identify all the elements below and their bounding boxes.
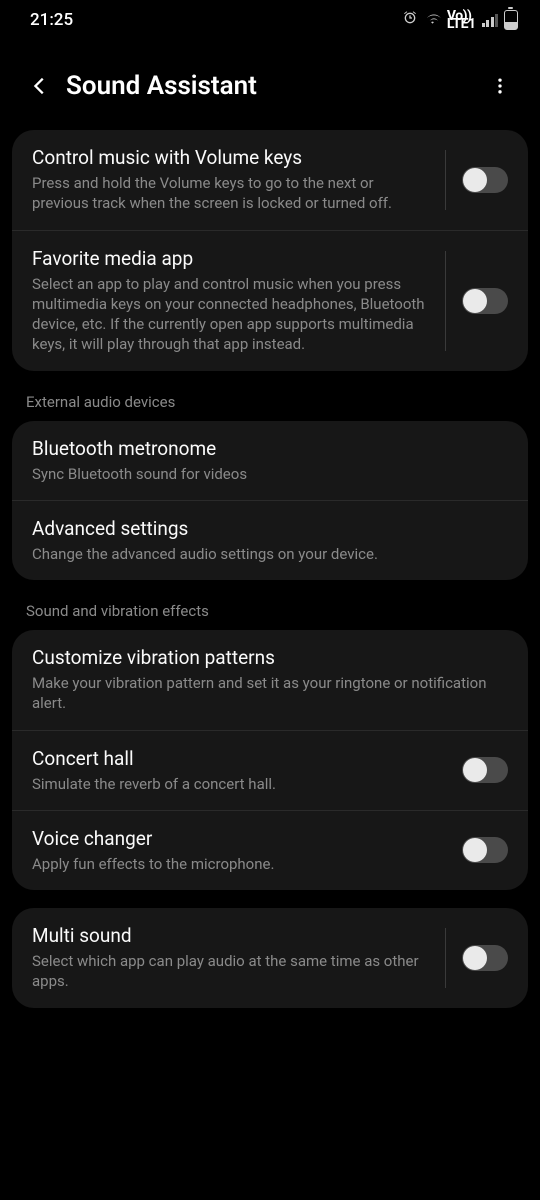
setting-title: Multi sound — [32, 924, 429, 947]
back-button[interactable] — [20, 66, 60, 106]
setting-desc: Press and hold the Volume keys to go to … — [32, 173, 429, 214]
setting-advanced-settings[interactable]: Advanced settings Change the advanced au… — [12, 500, 528, 580]
toggle-favorite-media[interactable] — [462, 288, 508, 314]
section-header-sound-vibration: Sound and vibration effects — [12, 580, 528, 630]
setting-title: Voice changer — [32, 827, 446, 850]
separator — [445, 150, 446, 210]
settings-card-main: Control music with Volume keys Press and… — [12, 130, 528, 371]
setting-title: Favorite media app — [32, 247, 429, 270]
setting-customize-vibration[interactable]: Customize vibration patterns Make your v… — [12, 630, 528, 730]
page-title: Sound Assistant — [66, 71, 480, 101]
setting-desc: Select which app can play audio at the s… — [32, 951, 429, 992]
toggle-control-music[interactable] — [462, 167, 508, 193]
separator — [445, 928, 446, 988]
setting-title: Advanced settings — [32, 517, 508, 540]
setting-desc: Sync Bluetooth sound for videos — [32, 464, 508, 484]
setting-title: Bluetooth metronome — [32, 437, 508, 460]
toggle-voice-changer[interactable] — [462, 837, 508, 863]
setting-control-music-volume-keys[interactable]: Control music with Volume keys Press and… — [12, 130, 528, 230]
setting-favorite-media-app[interactable]: Favorite media app Select an app to play… — [12, 230, 528, 371]
setting-desc: Change the advanced audio settings on yo… — [32, 544, 508, 564]
alarm-icon — [402, 10, 418, 30]
setting-concert-hall[interactable]: Concert hall Simulate the reverb of a co… — [12, 730, 528, 810]
more-button[interactable] — [480, 66, 520, 106]
setting-multi-sound[interactable]: Multi sound Select which app can play au… — [12, 908, 528, 1008]
toggle-concert-hall[interactable] — [462, 757, 508, 783]
settings-card-multi-sound: Multi sound Select which app can play au… — [12, 908, 528, 1008]
toggle-multi-sound[interactable] — [462, 945, 508, 971]
separator — [445, 251, 446, 351]
setting-title: Control music with Volume keys — [32, 146, 429, 169]
status-bar: 21:25 Vo)) LTE1 — [0, 0, 540, 38]
volte-icon: Vo)) LTE1 — [447, 12, 476, 28]
setting-voice-changer[interactable]: Voice changer Apply fun effects to the m… — [12, 810, 528, 890]
setting-title: Concert hall — [32, 747, 446, 770]
setting-desc: Make your vibration pattern and set it a… — [32, 673, 508, 714]
wifi-icon — [424, 11, 441, 29]
settings-card-external: Bluetooth metronome Sync Bluetooth sound… — [12, 421, 528, 581]
status-icons: Vo)) LTE1 — [402, 10, 518, 30]
battery-icon — [504, 10, 518, 30]
setting-bluetooth-metronome[interactable]: Bluetooth metronome Sync Bluetooth sound… — [12, 421, 528, 500]
setting-desc: Select an app to play and control music … — [32, 274, 429, 355]
section-header-external-audio: External audio devices — [12, 371, 528, 421]
setting-desc: Apply fun effects to the microphone. — [32, 854, 446, 874]
setting-desc: Simulate the reverb of a concert hall. — [32, 774, 446, 794]
header: Sound Assistant — [0, 38, 540, 130]
status-time: 21:25 — [30, 10, 73, 30]
signal-icon — [482, 13, 499, 27]
setting-title: Customize vibration patterns — [32, 646, 508, 669]
settings-card-sound-vibration: Customize vibration patterns Make your v… — [12, 630, 528, 890]
